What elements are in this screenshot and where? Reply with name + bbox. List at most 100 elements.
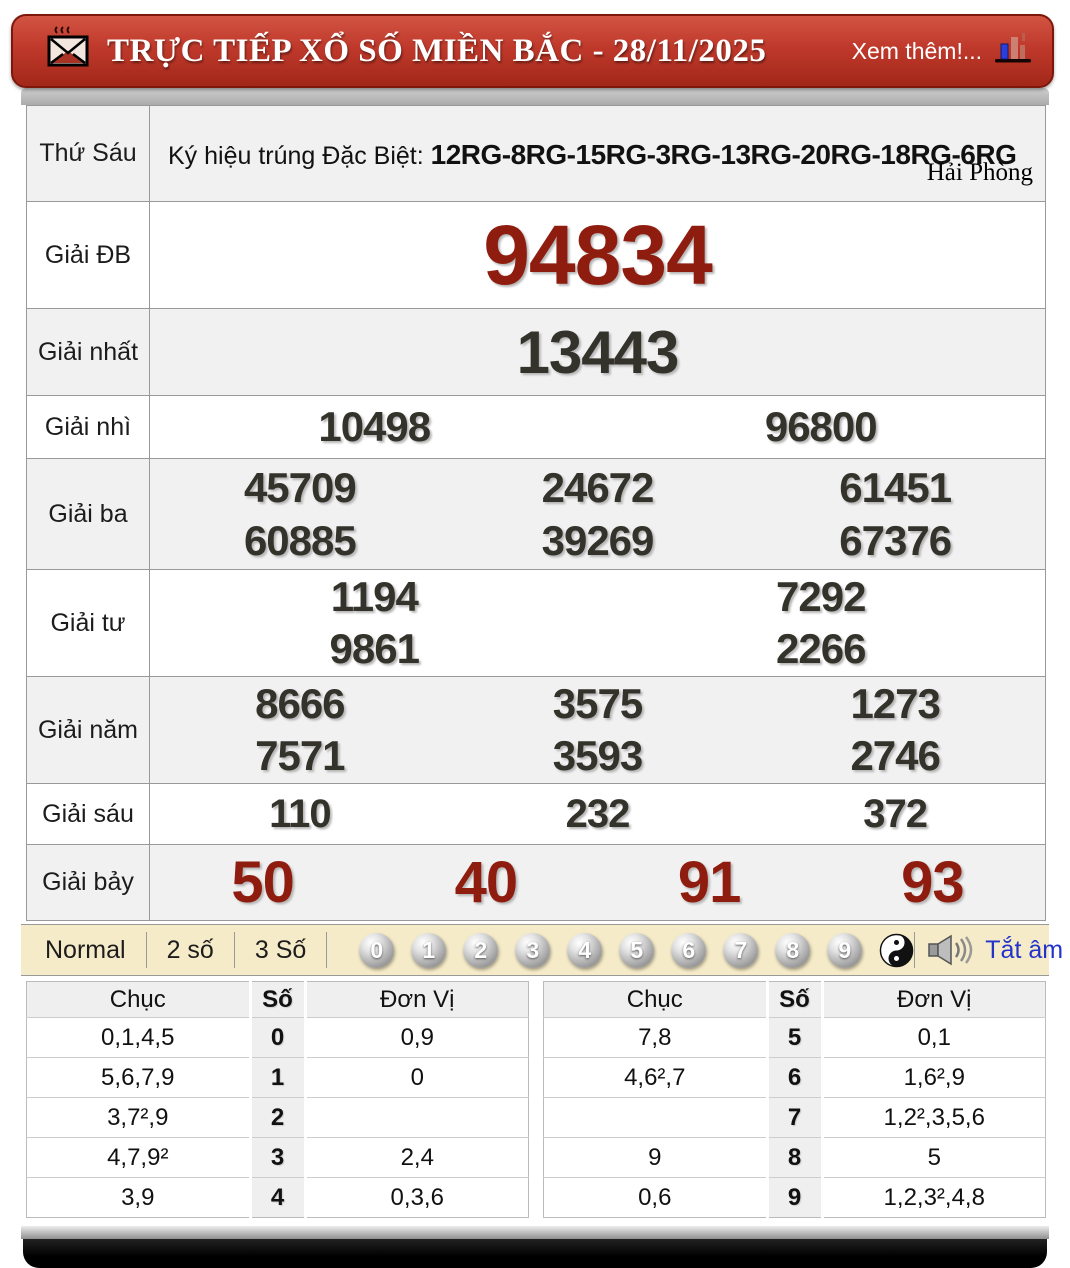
prize-values: 50 40 91 93 (150, 845, 1046, 921)
stats-section: Chục Số Đơn Vị 0,1,4,500,9 5,6,7,910 3,7… (26, 981, 1046, 1218)
prize-number: 8666 (151, 680, 449, 728)
mode-2so[interactable]: 2 số (147, 936, 234, 965)
prize-row-7: Giải bảy 50 40 91 93 (27, 845, 1046, 921)
stats-table-right: Chục Số Đơn Vị 7,850,1 4,6²,761,6²,9 71,… (543, 981, 1046, 1218)
so-cell: 5 (767, 1018, 822, 1058)
so-cell: 2 (250, 1098, 305, 1138)
weekday-label: Thứ Sáu (27, 106, 150, 202)
col-donvi: Đơn Vị (822, 982, 1046, 1018)
footer-bar (23, 1239, 1047, 1268)
stats-row: 4,6²,761,6²,9 (544, 1058, 1046, 1098)
prize-label: Giải ĐB (27, 202, 150, 309)
prize-number: 232 (449, 792, 747, 837)
speaker-icon[interactable] (927, 934, 973, 966)
donvi-cell: 1,2,3²,4,8 (822, 1178, 1046, 1218)
see-more-link[interactable]: Xem thêm!... (852, 38, 982, 65)
chuc-cell: 7,8 (544, 1018, 768, 1058)
col-chuc: Chục (544, 982, 768, 1018)
ball-7[interactable]: 7 (723, 933, 758, 968)
stats-header-row: Chục Số Đơn Vị (544, 982, 1046, 1018)
prize-label: Giải bảy (27, 845, 150, 921)
so-cell: 1 (250, 1058, 305, 1098)
divider (914, 932, 915, 968)
chuc-cell: 3,9 (27, 1178, 251, 1218)
stats-row: 3,7²,92 (27, 1098, 529, 1138)
donvi-cell: 5 (822, 1138, 1046, 1178)
stats-row: 5,6,7,910 (27, 1058, 529, 1098)
ball-8[interactable]: 8 (775, 933, 810, 968)
stats-row: 3,940,3,6 (27, 1178, 529, 1218)
donvi-cell: 0,3,6 (305, 1178, 529, 1218)
ball-2[interactable]: 2 (463, 933, 498, 968)
prize-row-2: Giải nhì 10498 96800 (27, 396, 1046, 459)
prize-number: 40 (374, 849, 597, 916)
prize-number: 7571 (151, 732, 449, 780)
chuc-cell: 3,7²,9 (27, 1098, 251, 1138)
ball-4[interactable]: 4 (567, 933, 602, 968)
ball-3[interactable]: 3 (515, 933, 550, 968)
mute-button[interactable]: Tắt âm (985, 936, 1063, 965)
donvi-cell: 0 (305, 1058, 529, 1098)
stats-row: 4,7,9²32,4 (27, 1138, 529, 1178)
ball-9[interactable]: 9 (827, 933, 862, 968)
so-cell: 7 (767, 1098, 822, 1138)
stats-row: 985 (544, 1138, 1046, 1178)
frame-bottom-strip (21, 1226, 1049, 1239)
col-so: Số (250, 982, 305, 1018)
prize-row-1: Giải nhất 13443 (27, 309, 1046, 396)
ball-1[interactable]: 1 (411, 933, 446, 968)
prize-number: 1273 (746, 680, 1044, 728)
prize-values: 1194 7292 9861 2266 (150, 570, 1046, 677)
prize-row-db: Giải ĐB 94834 (27, 202, 1046, 309)
province-name: Hải Phòng (927, 151, 1033, 195)
chuc-cell: 9 (544, 1138, 768, 1178)
so-cell: 0 (250, 1018, 305, 1058)
mode-3so[interactable]: 3 Số (235, 936, 326, 965)
content-area: Thứ Sáu Ký hiệu trúng Đặc Biệt: 12RG-8RG… (21, 105, 1049, 1218)
envelope-icon (43, 24, 93, 79)
prize-number: 39269 (449, 517, 747, 565)
prize-number: 13443 (151, 318, 1044, 387)
page-title: TRỰC TIẾP XỔ SỐ MIỀN BẮC - 28/11/2025 (107, 33, 766, 70)
donvi-cell (305, 1098, 529, 1138)
so-cell: 6 (767, 1058, 822, 1098)
stats-table-left: Chục Số Đơn Vị 0,1,4,500,9 5,6,7,910 3,7… (26, 981, 529, 1218)
prize-number: 10498 (151, 403, 598, 451)
prize-number: 50 (151, 849, 374, 916)
col-donvi: Đơn Vị (305, 982, 529, 1018)
symbol-label: Ký hiệu trúng Đặc Biệt: (168, 142, 431, 170)
prize-row-3: Giải ba 45709 24672 61451 60885 39269 67… (27, 459, 1046, 570)
prize-number: 93 (821, 849, 1044, 916)
special-symbol-cell: Ký hiệu trúng Đặc Biệt: 12RG-8RG-15RG-3R… (150, 106, 1046, 202)
donvi-cell: 0,1 (822, 1018, 1046, 1058)
mode-normal[interactable]: Normal (35, 936, 146, 965)
ball-5[interactable]: 5 (619, 933, 654, 968)
prize-values: 94834 (150, 202, 1046, 309)
stats-row: 7,850,1 (544, 1018, 1046, 1058)
prize-number: 3575 (449, 680, 747, 728)
ball-6[interactable]: 6 (671, 933, 706, 968)
donvi-cell: 1,2²,3,5,6 (822, 1098, 1046, 1138)
bar-chart-icon[interactable] (992, 31, 1034, 72)
prize-label: Giải ba (27, 459, 150, 570)
ball-0[interactable]: 0 (359, 933, 394, 968)
chuc-cell: 4,6²,7 (544, 1058, 768, 1098)
results-table: Thứ Sáu Ký hiệu trúng Đặc Biệt: 12RG-8RG… (26, 105, 1046, 921)
prize-number: 9861 (151, 625, 598, 673)
prize-row-4: Giải tư 1194 7292 9861 2266 (27, 570, 1046, 677)
donvi-cell: 2,4 (305, 1138, 529, 1178)
prize-values: 8666 3575 1273 7571 3593 2746 (150, 677, 1046, 784)
stats-header-row: Chục Số Đơn Vị (27, 982, 529, 1018)
lottery-widget: TRỰC TIẾP XỔ SỐ MIỀN BẮC - 28/11/2025 Xe… (0, 0, 1070, 1268)
header-bar: TRỰC TIẾP XỔ SỐ MIỀN BẮC - 28/11/2025 Xe… (11, 14, 1054, 88)
so-cell: 4 (250, 1178, 305, 1218)
prize-number: 3593 (449, 732, 747, 780)
prize-values: 10498 96800 (150, 396, 1046, 459)
prize-number: 45709 (151, 464, 449, 512)
prize-number: 91 (598, 849, 821, 916)
frame-top-strip (21, 88, 1049, 105)
prize-number: 60885 (151, 517, 449, 565)
chuc-cell: 0,1,4,5 (27, 1018, 251, 1058)
col-chuc: Chục (27, 982, 251, 1018)
yin-yang-icon[interactable] (879, 933, 914, 968)
